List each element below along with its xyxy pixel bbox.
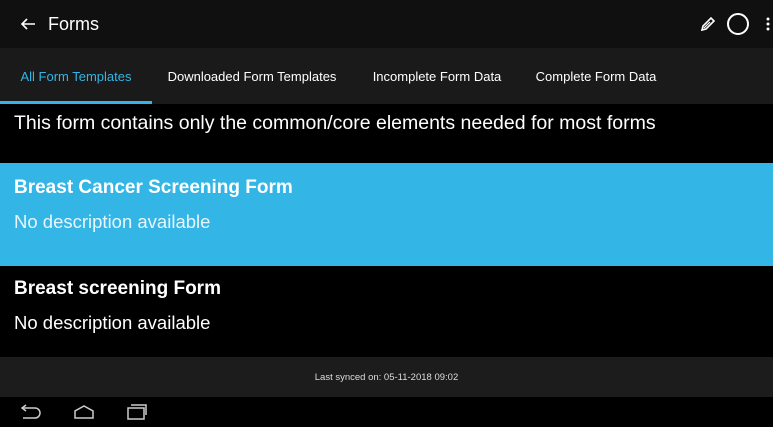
system-nav-bar bbox=[0, 397, 773, 427]
nav-home-icon[interactable] bbox=[72, 403, 96, 421]
list-item-title: Breast Cancer Screening Form bbox=[14, 177, 293, 198]
list-item-breast-cancer-screening-form[interactable]: Breast Cancer Screening Form No descript… bbox=[0, 163, 773, 266]
list-item-partial-description[interactable]: This form contains only the common/core … bbox=[0, 104, 773, 163]
back-arrow-icon[interactable] bbox=[20, 16, 36, 32]
app-bar: Forms bbox=[0, 0, 773, 48]
tab-complete-form-data[interactable]: Complete Form Data bbox=[522, 48, 670, 104]
nav-back-icon[interactable] bbox=[18, 403, 42, 421]
list-item-title: Breast screening Form bbox=[14, 278, 221, 299]
nav-recent-apps-icon[interactable] bbox=[124, 403, 148, 421]
pencil-icon[interactable] bbox=[699, 15, 717, 33]
tab-downloaded-form-templates[interactable]: Downloaded Form Templates bbox=[152, 48, 352, 104]
overflow-menu-icon[interactable] bbox=[765, 16, 771, 32]
last-synced-text: Last synced on: 05-11-2018 09:02 bbox=[314, 371, 459, 383]
tab-incomplete-form-data[interactable]: Incomplete Form Data bbox=[352, 48, 522, 104]
list-item-breast-screening-form[interactable]: Breast screening Form No description ava… bbox=[0, 266, 773, 357]
sync-circle-icon[interactable] bbox=[727, 13, 749, 35]
app-title: Forms bbox=[48, 13, 99, 34]
list-item-description: No description available bbox=[14, 211, 211, 232]
tab-bar: All Form Templates Downloaded Form Templ… bbox=[0, 48, 773, 104]
app-bar-actions bbox=[699, 13, 773, 35]
tab-all-form-templates[interactable]: All Form Templates bbox=[0, 48, 152, 104]
list-item-description: No description available bbox=[14, 312, 211, 333]
form-template-list: This form contains only the common/core … bbox=[0, 104, 773, 357]
sync-status-bar: Last synced on: 05-11-2018 09:02 bbox=[0, 357, 773, 397]
